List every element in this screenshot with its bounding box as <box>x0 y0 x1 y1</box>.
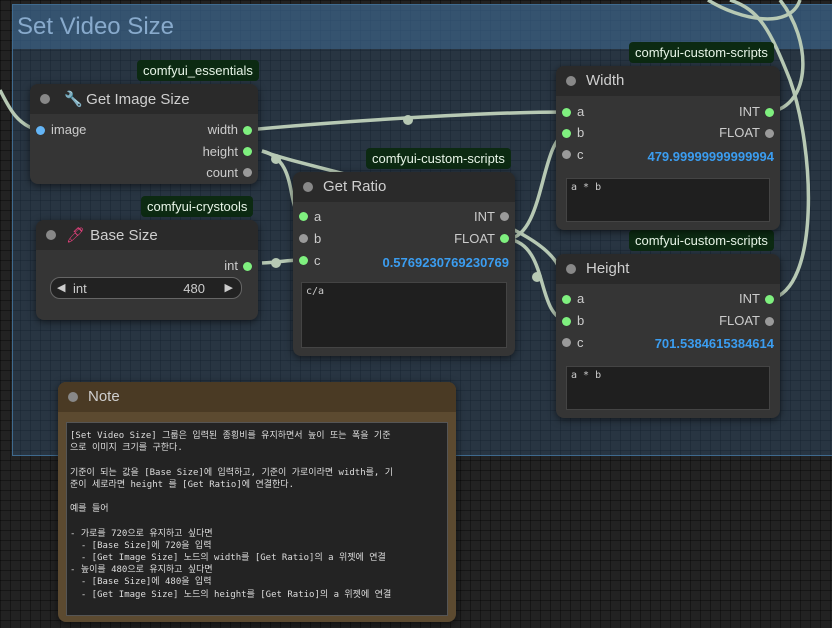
widget-name: int <box>73 281 87 296</box>
input-label-a: a <box>577 104 585 119</box>
int-widget[interactable]: ◀ int 480 ▶ <box>50 277 242 299</box>
output-label-float: FLOAT <box>454 231 495 246</box>
node-title: 🔧 Get Image Size <box>64 90 190 108</box>
input-label-a: a <box>577 291 585 306</box>
badge-comfyui-crystools: comfyui-crystools <box>141 196 254 217</box>
node-title-text: Base Size <box>90 227 158 244</box>
output-slot-float[interactable] <box>765 129 774 138</box>
node-title-text: Get Image Size <box>86 91 190 108</box>
badge-custom-scripts-ratio: comfyui-custom-scripts <box>366 148 511 169</box>
collapse-dot[interactable] <box>40 94 50 104</box>
increment-arrow-icon[interactable]: ▶ <box>225 281 233 294</box>
node-get-ratio[interactable]: Get Ratio a b c INT FLOAT 0.576923076923… <box>293 172 515 356</box>
input-label-b: b <box>314 231 322 246</box>
node-get-image-size[interactable]: 🔧 Get Image Size image width height coun… <box>30 84 258 184</box>
output-label-int: INT <box>474 209 495 224</box>
badge-custom-scripts-width: comfyui-custom-scripts <box>629 42 774 63</box>
decrement-arrow-icon[interactable]: ◀ <box>57 281 65 294</box>
node-height[interactable]: Height a b c INT FLOAT 701.5384615384614… <box>556 254 780 418</box>
input-label-b: b <box>577 125 585 140</box>
output-label-float: FLOAT <box>719 313 760 328</box>
input-slot-a[interactable] <box>299 212 308 221</box>
node-header[interactable]: 🔧 Get Image Size <box>30 84 258 114</box>
expression-textarea[interactable]: a * b <box>566 178 770 222</box>
collapse-dot[interactable] <box>68 392 78 402</box>
pipette-icon: 🖊 <box>66 227 86 244</box>
badge-custom-scripts-height: comfyui-custom-scripts <box>629 230 774 251</box>
output-slot-int[interactable] <box>243 262 252 271</box>
node-note[interactable]: Note [Set Video Size] 그룹은 입력된 종횡비를 유지하면서… <box>58 382 456 622</box>
node-title: Width <box>586 72 625 89</box>
input-slot-c[interactable] <box>562 150 571 159</box>
node-header[interactable]: Get Ratio <box>293 172 515 202</box>
input-label-image: image <box>51 122 87 137</box>
output-label-float: FLOAT <box>719 125 760 140</box>
result-value: 0.5769230769230769 <box>382 255 509 270</box>
input-label-c: c <box>577 335 584 350</box>
node-title: Note <box>88 388 120 405</box>
output-slot-int[interactable] <box>500 212 509 221</box>
output-label-height: height <box>202 144 238 159</box>
collapse-dot[interactable] <box>303 182 313 192</box>
node-header[interactable]: Height <box>556 254 780 284</box>
output-label-int: INT <box>739 104 760 119</box>
input-slot-b[interactable] <box>299 234 308 243</box>
input-label-c: c <box>577 147 584 162</box>
output-label-int: INT <box>739 291 760 306</box>
input-slot-c[interactable] <box>562 338 571 347</box>
node-header[interactable]: 🖊 Base Size <box>36 220 258 250</box>
input-label-c: c <box>314 253 321 268</box>
result-value: 479.99999999999994 <box>647 149 774 164</box>
input-slot-image[interactable] <box>36 126 45 135</box>
output-label-width: width <box>207 122 238 137</box>
collapse-dot[interactable] <box>566 264 576 274</box>
wrench-icon: 🔧 <box>64 91 83 108</box>
input-slot-b[interactable] <box>562 317 571 326</box>
widget-value[interactable]: 480 <box>183 281 205 296</box>
output-label-count: count <box>206 165 238 180</box>
output-slot-count[interactable] <box>243 168 252 177</box>
output-slot-int[interactable] <box>765 295 774 304</box>
output-label-int: int <box>224 258 238 273</box>
output-slot-float[interactable] <box>500 234 509 243</box>
node-base-size[interactable]: 🖊 Base Size int ◀ int 480 ▶ <box>36 220 258 320</box>
badge-comfyui-essentials: comfyui_essentials <box>137 60 259 81</box>
input-slot-a[interactable] <box>562 295 571 304</box>
output-slot-height[interactable] <box>243 147 252 156</box>
input-slot-b[interactable] <box>562 129 571 138</box>
node-title: Get Ratio <box>323 178 387 195</box>
result-value: 701.5384615384614 <box>654 336 774 351</box>
input-slot-c[interactable] <box>299 256 308 265</box>
collapse-dot[interactable] <box>46 230 56 240</box>
node-title: Height <box>586 260 630 277</box>
note-textarea[interactable]: [Set Video Size] 그룹은 입력된 종횡비를 유지하면서 높이 또… <box>66 422 448 616</box>
node-title: 🖊 Base Size <box>66 226 158 244</box>
collapse-dot[interactable] <box>566 76 576 86</box>
input-label-a: a <box>314 209 322 224</box>
input-label-b: b <box>577 313 585 328</box>
input-slot-a[interactable] <box>562 108 571 117</box>
output-slot-int[interactable] <box>765 108 774 117</box>
node-width[interactable]: Width a b c INT FLOAT 479.99999999999994… <box>556 66 780 230</box>
expression-textarea[interactable]: a * b <box>566 366 770 410</box>
output-slot-float[interactable] <box>765 317 774 326</box>
expression-textarea[interactable]: c/a <box>301 282 507 348</box>
node-header[interactable]: Note <box>58 382 456 412</box>
output-slot-width[interactable] <box>243 126 252 135</box>
node-header[interactable]: Width <box>556 66 780 96</box>
